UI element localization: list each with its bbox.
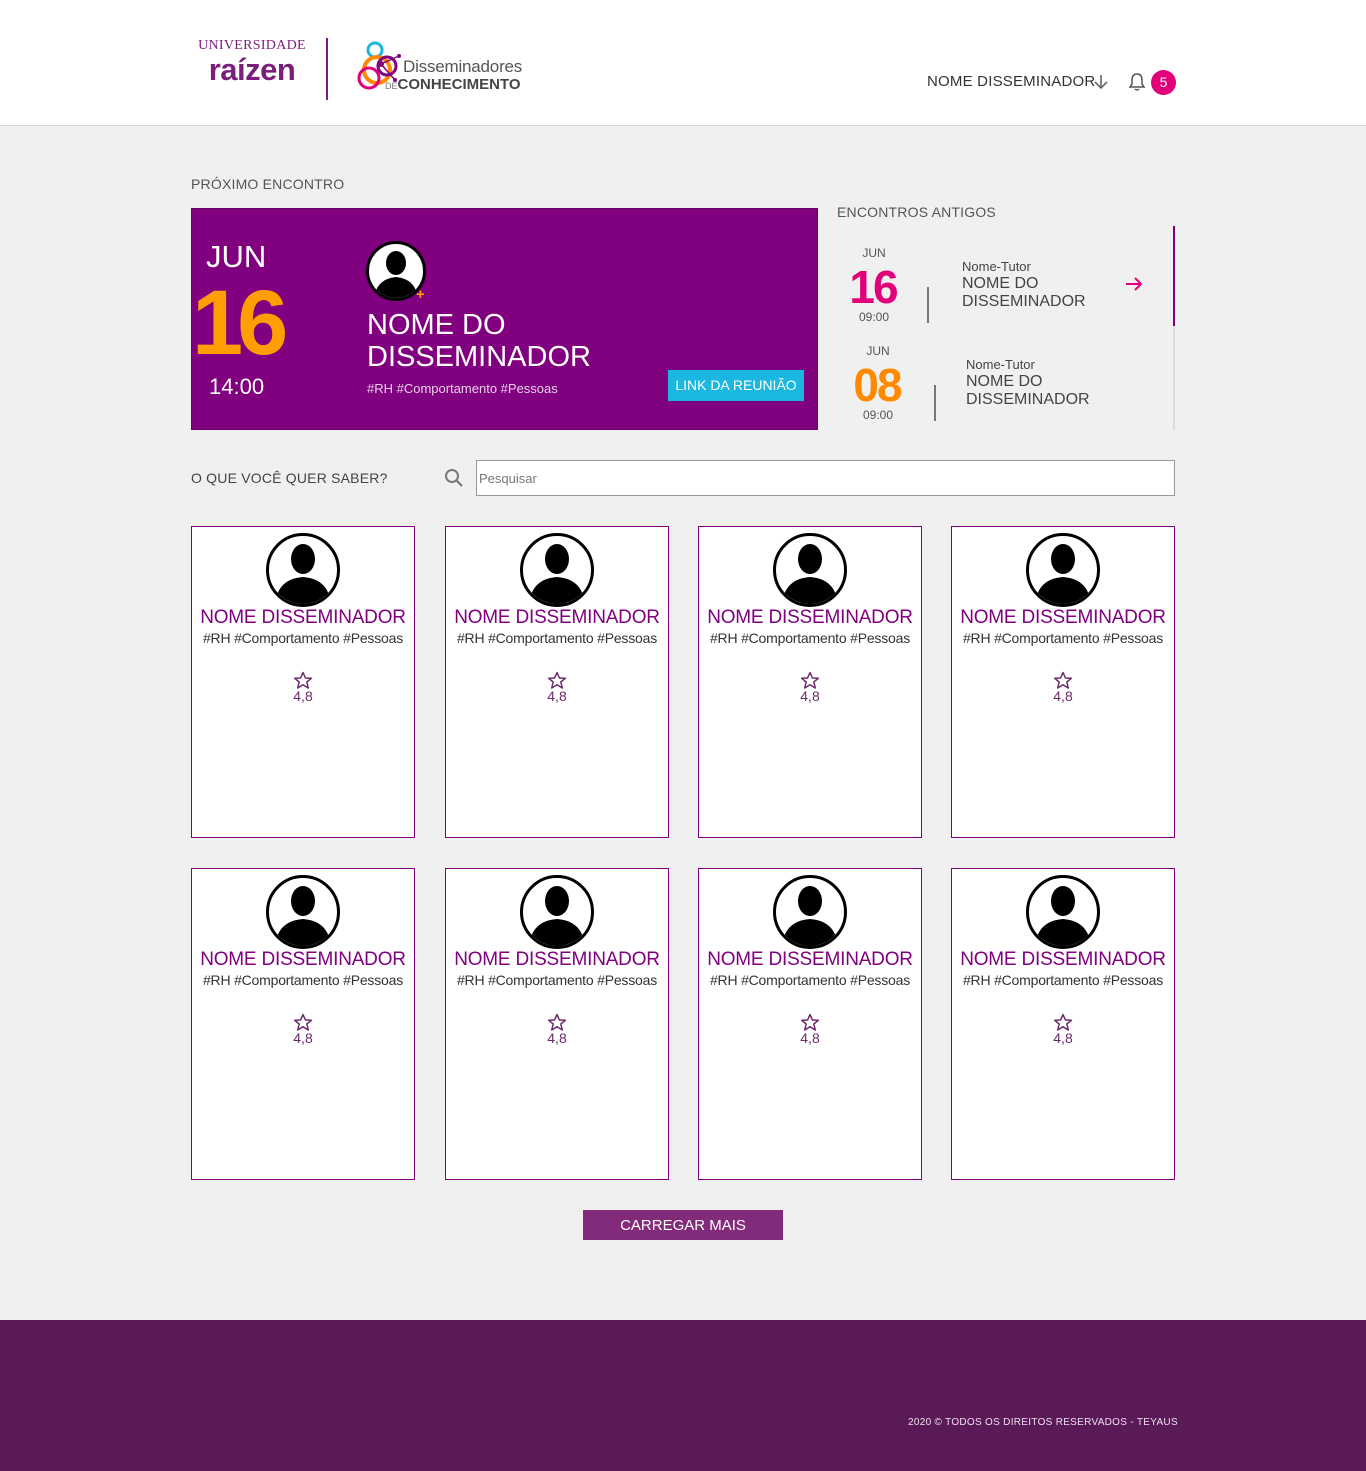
old-meeting-tutor: Nome-Tutor bbox=[962, 259, 1031, 274]
user-name[interactable]: NOME DISSEMINADOR bbox=[927, 73, 1095, 90]
old-meeting-name-line2: DISSEMINADOR bbox=[966, 391, 1090, 408]
disseminator-rating: 4,8 bbox=[1053, 1030, 1073, 1046]
old-meeting-name-line1: NOME DO bbox=[962, 275, 1039, 292]
next-meeting-card: JUN 16 14:00 + NOME DO DISSEMINADOR #RH … bbox=[191, 208, 818, 430]
copyright-text: 2020 © TODOS OS DIREITOS RESERVADOS - TE… bbox=[908, 1417, 1178, 1428]
disseminator-rating: 4,8 bbox=[547, 688, 567, 704]
disseminator-card[interactable]: NOME DISSEMINADOR #RH #Comportamento #Pes… bbox=[191, 868, 415, 1180]
old-meeting-name: NOME DO DISSEMINADOR bbox=[962, 275, 1112, 311]
disseminator-card[interactable]: NOME DISSEMINADOR #RH #Comportamento #Pes… bbox=[445, 526, 669, 838]
old-meeting-day: 16 bbox=[849, 261, 898, 313]
avatar-icon bbox=[1026, 533, 1100, 607]
old-meeting-tutor: Nome-Tutor bbox=[966, 357, 1035, 372]
disseminator-card[interactable]: NOME DISSEMINADOR #RH #Comportamento #Pes… bbox=[698, 868, 922, 1180]
disseminator-name: NOME DISSEMINADOR bbox=[960, 949, 1166, 970]
old-meeting-time: 09:00 bbox=[858, 310, 890, 324]
avatar-icon bbox=[266, 875, 340, 949]
old-meetings-scroll-thumb[interactable] bbox=[1173, 226, 1175, 326]
site-footer: 2020 © TODOS OS DIREITOS RESERVADOS - TE… bbox=[0, 1320, 1366, 1471]
disseminator-rating: 4,8 bbox=[1053, 688, 1073, 704]
disseminator-name: NOME DISSEMINADOR bbox=[200, 607, 406, 628]
logo-de-text: DE bbox=[385, 81, 398, 91]
load-more-button[interactable]: CARREGAR MAIS bbox=[583, 1210, 783, 1240]
arrow-right-icon[interactable] bbox=[1124, 274, 1144, 294]
next-meeting-title: PRÓXIMO ENCONTRO bbox=[191, 176, 345, 192]
next-meeting-name: NOME DO DISSEMINADOR bbox=[367, 309, 667, 373]
disseminator-name: NOME DISSEMINADOR bbox=[200, 949, 406, 970]
old-meeting-month: JUN bbox=[862, 246, 886, 260]
disseminator-rating: 4,8 bbox=[293, 1030, 313, 1046]
old-meetings-title: ENCONTROS ANTIGOS bbox=[837, 204, 996, 220]
old-meeting-item[interactable]: JUN 08 09:00 Nome-Tutor NOME DO DISSEMIN… bbox=[837, 324, 1167, 422]
disseminator-tags: #RH #Comportamento #Pessoas bbox=[709, 972, 911, 988]
notification-badge[interactable]: 5 bbox=[1151, 70, 1176, 95]
next-meeting-tags: #RH #Comportamento #Pessoas bbox=[367, 381, 558, 396]
disseminator-name: NOME DISSEMINADOR bbox=[454, 607, 660, 628]
old-meetings-list: JUN 16 09:00 Nome-Tutor NOME DO DISSEMIN… bbox=[837, 226, 1175, 430]
disseminator-name: NOME DISSEMINADOR bbox=[707, 949, 913, 970]
search-label: O QUE VOCÊ QUER SABER? bbox=[191, 470, 388, 486]
avatar-icon bbox=[1026, 875, 1100, 949]
disseminator-rating: 4,8 bbox=[800, 1030, 820, 1046]
arrow-down-icon[interactable] bbox=[1092, 73, 1110, 91]
disseminator-rating: 4,8 bbox=[293, 688, 313, 704]
avatar-icon bbox=[773, 875, 847, 949]
search-input[interactable] bbox=[476, 460, 1175, 496]
disseminator-rating: 4,8 bbox=[547, 1030, 567, 1046]
next-meeting-day: 16 bbox=[192, 272, 288, 374]
add-icon[interactable]: + bbox=[416, 286, 425, 303]
next-meeting-month: JUN bbox=[206, 239, 267, 274]
old-meeting-time: 09:00 bbox=[862, 408, 894, 422]
next-meeting-name-line2: DISSEMINADOR bbox=[367, 341, 591, 373]
old-meeting-divider bbox=[934, 385, 936, 421]
old-meeting-day: 08 bbox=[853, 359, 902, 411]
next-meeting-name-line1: NOME DO bbox=[367, 309, 506, 341]
disseminator-tags: #RH #Comportamento #Pessoas bbox=[456, 630, 658, 646]
next-meeting-time: 14:00 bbox=[209, 374, 265, 399]
meeting-link-button[interactable]: LINK DA REUNIÃO bbox=[668, 370, 804, 401]
logo-conhecimento-word: CONHECIMENTO bbox=[397, 76, 521, 93]
avatar-icon bbox=[773, 533, 847, 607]
disseminator-tags: #RH #Comportamento #Pessoas bbox=[202, 630, 404, 646]
bell-icon[interactable] bbox=[1127, 72, 1147, 92]
disseminator-tags: #RH #Comportamento #Pessoas bbox=[456, 972, 658, 988]
disseminator-tags: #RH #Comportamento #Pessoas bbox=[709, 630, 911, 646]
old-meeting-name: NOME DO DISSEMINADOR bbox=[966, 373, 1116, 409]
disseminator-card[interactable]: NOME DISSEMINADOR #RH #Comportamento #Pes… bbox=[951, 526, 1175, 838]
disseminator-name: NOME DISSEMINADOR bbox=[960, 607, 1166, 628]
old-meeting-item[interactable]: JUN 16 09:00 Nome-Tutor NOME DO DISSEMIN… bbox=[837, 226, 1167, 324]
disseminator-tags: #RH #Comportamento #Pessoas bbox=[962, 972, 1164, 988]
universidade-raizen-logo[interactable]: UNIVERSIDADE raízen bbox=[190, 38, 314, 88]
old-meeting-month: JUN bbox=[866, 344, 890, 358]
disseminator-tags: #RH #Comportamento #Pessoas bbox=[202, 972, 404, 988]
disseminator-name: NOME DISSEMINADOR bbox=[707, 607, 913, 628]
disseminator-rating: 4,8 bbox=[800, 688, 820, 704]
site-header: UNIVERSIDADE raízen Disseminadores DECON… bbox=[0, 0, 1366, 126]
old-meeting-divider bbox=[927, 287, 929, 323]
logo-divider bbox=[326, 38, 328, 100]
disseminator-card[interactable]: NOME DISSEMINADOR #RH #Comportamento #Pes… bbox=[951, 868, 1175, 1180]
disseminator-tags: #RH #Comportamento #Pessoas bbox=[962, 630, 1164, 646]
search-icon[interactable] bbox=[444, 468, 464, 488]
old-meeting-name-line1: NOME DO bbox=[966, 373, 1043, 390]
disseminator-card[interactable]: NOME DISSEMINADOR #RH #Comportamento #Pes… bbox=[698, 526, 922, 838]
avatar-icon bbox=[266, 533, 340, 607]
avatar-icon bbox=[520, 875, 594, 949]
avatar-icon bbox=[520, 533, 594, 607]
disseminator-name: NOME DISSEMINADOR bbox=[454, 949, 660, 970]
logo-raizen-text: raízen bbox=[208, 52, 296, 87]
logo-disseminadores-text: Disseminadores bbox=[403, 57, 523, 76]
disseminadores-logo[interactable]: Disseminadores DECONHECIMENTO bbox=[355, 40, 545, 96]
logo-conhecimento-text: DECONHECIMENTO bbox=[385, 76, 521, 93]
disseminator-card[interactable]: NOME DISSEMINADOR #RH #Comportamento #Pes… bbox=[445, 868, 669, 1180]
old-meeting-name-line2: DISSEMINADOR bbox=[962, 293, 1086, 310]
disseminator-card[interactable]: NOME DISSEMINADOR #RH #Comportamento #Pes… bbox=[191, 526, 415, 838]
